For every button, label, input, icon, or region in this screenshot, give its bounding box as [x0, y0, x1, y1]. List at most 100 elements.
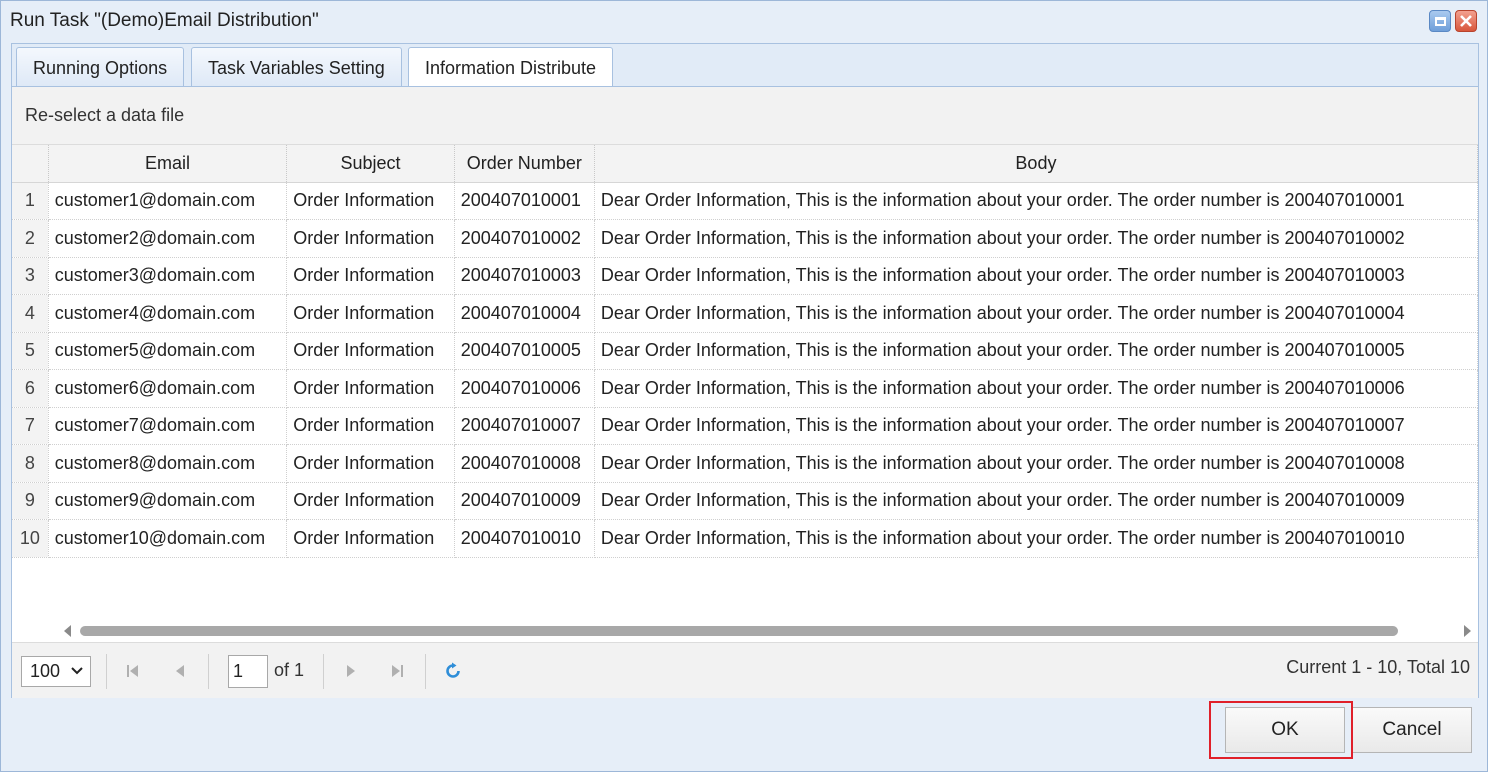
row-number-header [12, 145, 49, 183]
refresh-icon[interactable] [444, 662, 462, 680]
body-cell: Dear Order Information, This is the info… [594, 332, 1478, 370]
pager-separator [425, 654, 426, 689]
close-icon[interactable] [1455, 10, 1477, 32]
table-row[interactable]: 1 customer1@domain.com Order Information 20… [12, 182, 1478, 220]
order-number-cell: 200407010009 [454, 482, 595, 520]
subject-cell: Order Information [286, 407, 455, 445]
subject-cell: Order Information [286, 369, 455, 408]
row-number-cell: 3 [12, 257, 49, 295]
pagination-bar: 100 1 of 1 Current 1 - 10, Total 10 [12, 642, 1478, 698]
subject-cell: Order Information [286, 444, 455, 483]
table-row[interactable]: 3 customer3@domain.com Order Information 20… [12, 257, 1478, 295]
email-cell: customer10@domain.com [48, 519, 288, 558]
information-distribute-panel: Re-select a data file Email Subject Orde… [11, 86, 1479, 698]
email-cell: customer6@domain.com [48, 369, 288, 408]
body-cell: Dear Order Information, This is the info… [594, 482, 1478, 520]
subject-cell: Order Information [286, 219, 455, 258]
record-summary: Current 1 - 10, Total 10 [1286, 657, 1470, 677]
email-cell: customer4@domain.com [48, 294, 288, 333]
body-cell: Dear Order Information, This is the info… [594, 257, 1478, 295]
table-row[interactable]: 8 customer8@domain.com Order Information 20… [12, 444, 1478, 483]
column-header-email[interactable]: Email [48, 145, 288, 183]
scroll-right-icon[interactable] [1464, 625, 1471, 637]
data-table: Email Subject Order Number Body 1 custome… [12, 145, 1478, 558]
email-cell: customer7@domain.com [48, 407, 288, 445]
body-cell: Dear Order Information, This is the info… [594, 294, 1478, 333]
row-number-cell: 7 [12, 407, 49, 445]
row-number-cell: 6 [12, 369, 49, 408]
order-number-cell: 200407010007 [454, 407, 595, 445]
tab-label: Information Distribute [425, 58, 597, 78]
pager-separator [106, 654, 107, 689]
ok-button-highlight [1209, 701, 1353, 759]
order-number-cell: 200407010010 [454, 519, 595, 558]
last-page-icon[interactable] [389, 663, 405, 679]
run-task-dialog: Run Task "(Demo)Email Distribution" Runn… [0, 0, 1488, 772]
table-row[interactable]: 9 customer9@domain.com Order Information 20… [12, 482, 1478, 520]
body-cell: Dear Order Information, This is the info… [594, 219, 1478, 258]
tab-information-distribute[interactable]: Information Distribute [408, 47, 614, 89]
cancel-button[interactable]: Cancel [1352, 707, 1472, 753]
body-cell: Dear Order Information, This is the info… [594, 444, 1478, 483]
restore-icon[interactable] [1429, 10, 1451, 32]
email-cell: customer3@domain.com [48, 257, 288, 295]
window-title: Run Task "(Demo)Email Distribution" [10, 10, 319, 31]
row-number-cell: 10 [12, 519, 49, 558]
table-row[interactable]: 7 customer7@domain.com Order Information 20… [12, 407, 1478, 445]
subject-cell: Order Information [286, 182, 455, 220]
body-cell: Dear Order Information, This is the info… [594, 519, 1478, 558]
horizontal-scrollbar[interactable] [12, 621, 1478, 641]
tab-running-options[interactable]: Running Options [16, 47, 185, 88]
table-row[interactable]: 2 customer2@domain.com Order Information 20… [12, 219, 1478, 258]
current-page-input[interactable]: 1 [228, 655, 268, 688]
column-header-body[interactable]: Body [594, 145, 1478, 183]
body-cell: Dear Order Information, This is the info… [594, 407, 1478, 445]
subject-cell: Order Information [286, 332, 455, 370]
scrollbar-thumb[interactable] [80, 626, 1398, 636]
next-page-icon[interactable] [343, 663, 359, 679]
table-row[interactable]: 5 customer5@domain.com Order Information 20… [12, 332, 1478, 370]
row-number-cell: 5 [12, 332, 49, 370]
table-body: 1 customer1@domain.com Order Information 20… [12, 182, 1478, 558]
row-number-cell: 4 [12, 294, 49, 333]
order-number-cell: 200407010001 [454, 182, 595, 220]
email-cell: customer1@domain.com [48, 182, 288, 220]
row-number-cell: 2 [12, 219, 49, 258]
column-header-subject[interactable]: Subject [286, 145, 455, 183]
title-bar: Run Task "(Demo)Email Distribution" [1, 1, 1487, 42]
previous-page-icon[interactable] [172, 663, 188, 679]
reselect-data-file-link[interactable]: Re-select a data file [25, 105, 184, 126]
body-cell: Dear Order Information, This is the info… [594, 369, 1478, 408]
table-header-row: Email Subject Order Number Body [12, 145, 1478, 183]
column-header-order-number[interactable]: Order Number [454, 145, 595, 183]
row-number-cell: 9 [12, 482, 49, 520]
current-page-value: 1 [233, 661, 244, 681]
subject-cell: Order Information [286, 294, 455, 333]
email-cell: customer5@domain.com [48, 332, 288, 370]
order-number-cell: 200407010002 [454, 219, 595, 258]
panel-toolbar: Re-select a data file [12, 87, 1478, 145]
page-size-select[interactable]: 100 [21, 656, 91, 687]
data-grid: Email Subject Order Number Body 1 custome… [12, 145, 1478, 617]
tab-task-variables-setting[interactable]: Task Variables Setting [191, 47, 402, 88]
first-page-icon[interactable] [125, 663, 141, 679]
email-cell: customer2@domain.com [48, 219, 288, 258]
tab-strip: Running Options Task Variables Setting I… [11, 43, 1479, 89]
email-cell: customer8@domain.com [48, 444, 288, 483]
table-row[interactable]: 4 customer4@domain.com Order Information 20… [12, 294, 1478, 333]
page-count-label: of 1 [274, 660, 305, 680]
pager-separator [323, 654, 324, 689]
subject-cell: Order Information [286, 257, 455, 295]
order-number-cell: 200407010006 [454, 369, 595, 408]
table-row[interactable]: 6 customer6@domain.com Order Information 20… [12, 369, 1478, 408]
subject-cell: Order Information [286, 519, 455, 558]
body-cell: Dear Order Information, This is the info… [594, 182, 1478, 220]
cancel-button-label: Cancel [1382, 719, 1442, 740]
scroll-left-icon[interactable] [64, 625, 71, 637]
order-number-cell: 200407010008 [454, 444, 595, 483]
row-number-cell: 8 [12, 444, 49, 483]
table-row[interactable]: 10 customer10@domain.com Order Information… [12, 519, 1478, 558]
page-size-value: 100 [30, 661, 61, 681]
tab-label: Task Variables Setting [208, 57, 385, 78]
row-number-cell: 1 [12, 182, 49, 220]
